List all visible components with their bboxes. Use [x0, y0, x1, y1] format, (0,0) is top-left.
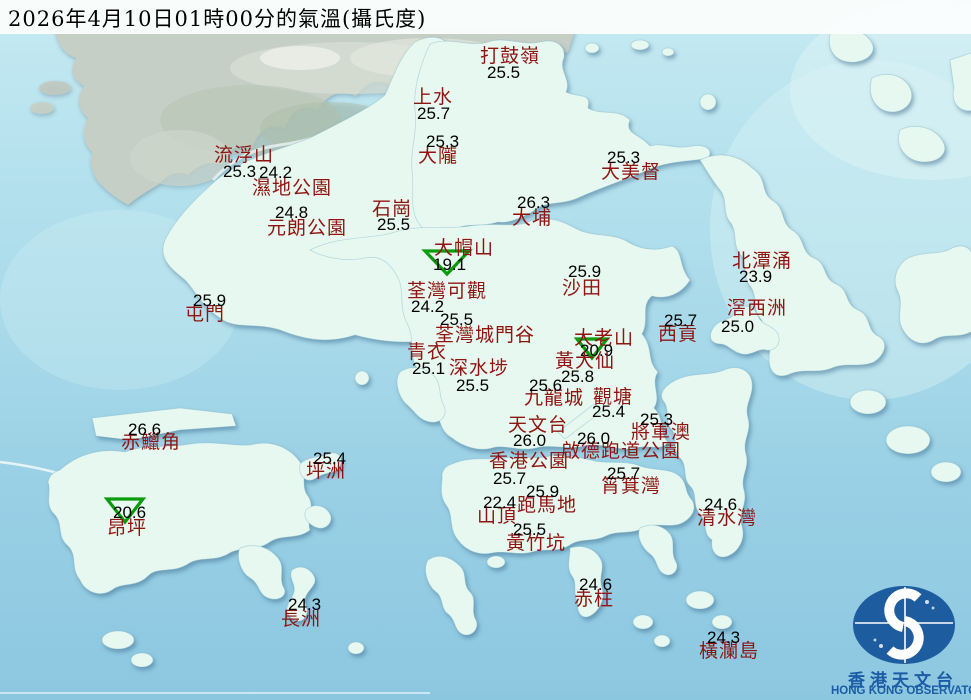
station-value: 25.5: [377, 216, 410, 233]
station-value: 19.1: [433, 256, 466, 273]
station-name: 沙田: [562, 279, 602, 298]
station-value: 25.7: [493, 470, 526, 487]
station-value: 25.1: [412, 360, 445, 377]
station-value: 26.0: [577, 430, 610, 447]
station-value: 25.5: [487, 64, 520, 81]
station-value: 25.3: [640, 411, 673, 428]
station-value: 25.4: [313, 450, 346, 467]
map-title: 2026年4月10日01時00分的氣溫(攝氏度): [8, 3, 426, 33]
station-value: 25.7: [417, 105, 450, 122]
hko-emblem-icon: [833, 580, 971, 668]
station-value: 25.9: [526, 483, 559, 500]
temperature-map: 打鼓嶺25.5上水25.7大隴25.3流浮山25.3濕地公園24.2元朗公園24…: [0, 0, 971, 700]
station-value: 25.5: [456, 377, 489, 394]
station-value: 20.6: [113, 504, 146, 521]
station-value: 24.3: [288, 596, 321, 613]
hko-logo-english: HONG KONG OBSERVATORY: [831, 685, 971, 697]
station-value: 26.6: [128, 421, 161, 438]
station-value: 24.6: [579, 576, 612, 593]
title-bar: 2026年4月10日01時00分的氣溫(攝氏度): [0, 0, 971, 34]
station-value: 25.3: [426, 133, 459, 150]
station-value: 24.6: [704, 496, 737, 513]
station-value: 25.7: [607, 465, 640, 482]
station-value: 24.3: [707, 629, 740, 646]
station-value: 25.5: [440, 311, 473, 328]
station-value: 26.0: [513, 432, 546, 449]
station-value: 25.3: [607, 149, 640, 166]
station-value: 25.4: [592, 403, 625, 420]
station-value: 26.3: [517, 194, 550, 211]
station-value: 24.2: [259, 164, 292, 181]
station-value: 25.9: [193, 292, 226, 309]
station-name: 滘西洲: [727, 299, 787, 318]
station-value: 25.6: [529, 377, 562, 394]
station-value: 22.4: [483, 494, 516, 511]
hko-logo: 香港天文台 HONG KONG OBSERVATORY: [833, 580, 971, 698]
station-labels-layer: 打鼓嶺25.5上水25.7大隴25.3流浮山25.3濕地公園24.2元朗公園24…: [0, 0, 971, 700]
station-value: 24.8: [275, 204, 308, 221]
station-value: 23.9: [739, 268, 772, 285]
station-value: 25.0: [721, 318, 754, 335]
station-value: 25.5: [513, 521, 546, 538]
station-value: 25.9: [568, 263, 601, 280]
station-value: 25.7: [664, 312, 697, 329]
station-value: 25.8: [561, 368, 594, 385]
